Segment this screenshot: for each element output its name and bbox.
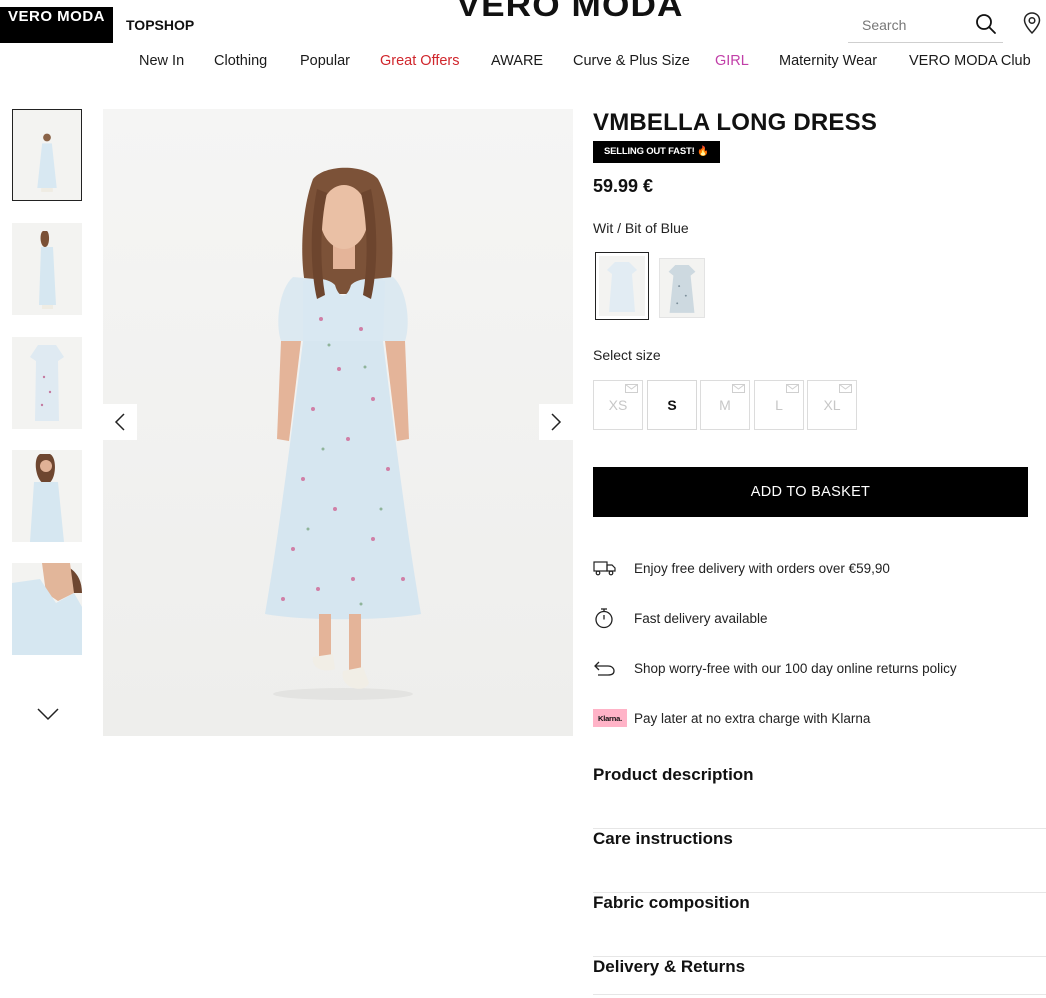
brand-tab-topshop[interactable]: TOPSHOP <box>126 7 194 43</box>
accordion-delivery-returns[interactable]: Delivery & Returns <box>593 957 1046 995</box>
nav-item-curve-plus-size[interactable]: Curve & Plus Size <box>573 53 690 69</box>
delivery-truck-icon <box>593 561 616 576</box>
size-option-l-label: L <box>775 397 783 413</box>
size-option-xl-label: XL <box>823 397 841 413</box>
notify-envelope-icon <box>625 384 638 393</box>
nav-item-girl[interactable]: GIRL <box>715 53 749 69</box>
next-image-button[interactable] <box>539 404 573 440</box>
size-option-l[interactable]: L <box>754 380 804 430</box>
size-option-m-label: M <box>719 397 731 413</box>
search-bar <box>848 8 1003 43</box>
swatch-1-dress-image <box>607 262 637 312</box>
accordion-product-description-title: Product description <box>593 765 754 784</box>
brand-tab-vero-moda[interactable]: VERO MODA <box>0 7 113 43</box>
logo-text: VERO MODA <box>456 0 684 23</box>
main-product-image <box>103 109 573 736</box>
location-pin-icon[interactable] <box>1021 11 1043 35</box>
nav-item-popular[interactable]: Popular <box>300 53 350 69</box>
notify-envelope-icon <box>732 384 745 393</box>
accordion-fabric-composition[interactable]: Fabric composition <box>593 893 1046 957</box>
thumbnail-5[interactable] <box>12 563 82 655</box>
chevron-left-icon <box>114 413 125 431</box>
accordion-care-instructions[interactable]: Care instructions <box>593 829 1046 893</box>
thumbnail-3-image <box>12 337 82 429</box>
search-icon[interactable] <box>975 13 997 35</box>
thumbnail-1[interactable] <box>12 109 82 201</box>
thumbnail-4[interactable] <box>12 450 82 542</box>
nav-item-clothing[interactable]: Clothing <box>214 53 267 69</box>
selling-out-fast-badge: SELLING OUT FAST! 🔥 <box>593 141 720 163</box>
swatch-2-dress-image <box>668 265 696 313</box>
main-navigation: New In Clothing Popular Great Offers AWA… <box>0 53 1046 75</box>
nav-item-great-offers[interactable]: Great Offers <box>380 53 460 69</box>
thumbnail-4-image <box>12 450 82 542</box>
nav-item-vero-moda-club[interactable]: VERO MODA Club <box>909 53 1031 69</box>
size-option-s-label: S <box>667 397 677 413</box>
benefit-returns-text: Shop worry-free with our 100 day online … <box>634 660 957 676</box>
size-option-xs-label: XS <box>608 397 628 413</box>
return-arrow-icon <box>594 661 615 676</box>
benefit-free-delivery-text: Enjoy free delivery with orders over €59… <box>634 560 890 576</box>
thumbnail-2-image <box>12 223 82 315</box>
vero-moda-logo[interactable]: VERO MODA <box>440 0 700 36</box>
chevron-right-icon <box>551 413 562 431</box>
size-option-m[interactable]: M <box>700 380 750 430</box>
size-option-xl[interactable]: XL <box>807 380 857 430</box>
thumbnail-3[interactable] <box>12 337 82 429</box>
notify-envelope-icon <box>786 384 799 393</box>
product-price: 59.99 € <box>593 176 654 196</box>
accordion-care-instructions-title: Care instructions <box>593 829 733 848</box>
thumbnail-2[interactable] <box>12 223 82 315</box>
thumbnail-1-image <box>13 110 81 200</box>
model-wearing-dress-photo <box>265 167 421 700</box>
color-swatch-alternate[interactable] <box>659 258 705 318</box>
size-option-s[interactable]: S <box>647 380 697 430</box>
benefit-klarna-text: Pay later at no extra charge with Klarna <box>634 710 871 726</box>
klarna-logo: Klarna. <box>593 709 627 727</box>
accordion-fabric-composition-title: Fabric composition <box>593 893 750 912</box>
product-title: VMBELLA LONG DRESS <box>593 109 878 136</box>
brand-tab-vero-moda-label: VERO MODA <box>7 7 105 25</box>
chevron-down-icon[interactable] <box>36 706 60 722</box>
stopwatch-icon <box>595 608 613 629</box>
thumbnail-5-image <box>12 563 82 655</box>
benefit-fast-delivery-text: Fast delivery available <box>634 610 768 626</box>
benefit-fast-delivery: Fast delivery available <box>593 606 768 630</box>
nav-item-aware[interactable]: AWARE <box>491 53 543 69</box>
brand-tab-topshop-label: TOPSHOP <box>126 17 195 33</box>
size-option-xs[interactable]: XS <box>593 380 643 430</box>
select-size-label: Select size <box>593 347 661 363</box>
previous-image-button[interactable] <box>103 404 137 440</box>
selected-color-label: Wit / Bit of Blue <box>593 220 689 236</box>
search-input[interactable] <box>862 14 972 36</box>
nav-item-new-in[interactable]: New In <box>139 53 184 69</box>
add-to-basket-button[interactable]: ADD TO BASKET <box>593 467 1028 517</box>
notify-envelope-icon <box>839 384 852 393</box>
nav-item-maternity-wear[interactable]: Maternity Wear <box>779 53 877 69</box>
color-swatch-white-bit-of-blue[interactable] <box>595 252 649 320</box>
benefit-klarna: Klarna. Pay later at no extra charge wit… <box>593 706 870 730</box>
accordion-delivery-returns-title: Delivery & Returns <box>593 957 746 976</box>
accordion-product-description[interactable]: Product description <box>593 765 1046 829</box>
benefit-returns: Shop worry-free with our 100 day online … <box>593 656 957 680</box>
benefit-free-delivery: Enjoy free delivery with orders over €59… <box>593 556 890 580</box>
